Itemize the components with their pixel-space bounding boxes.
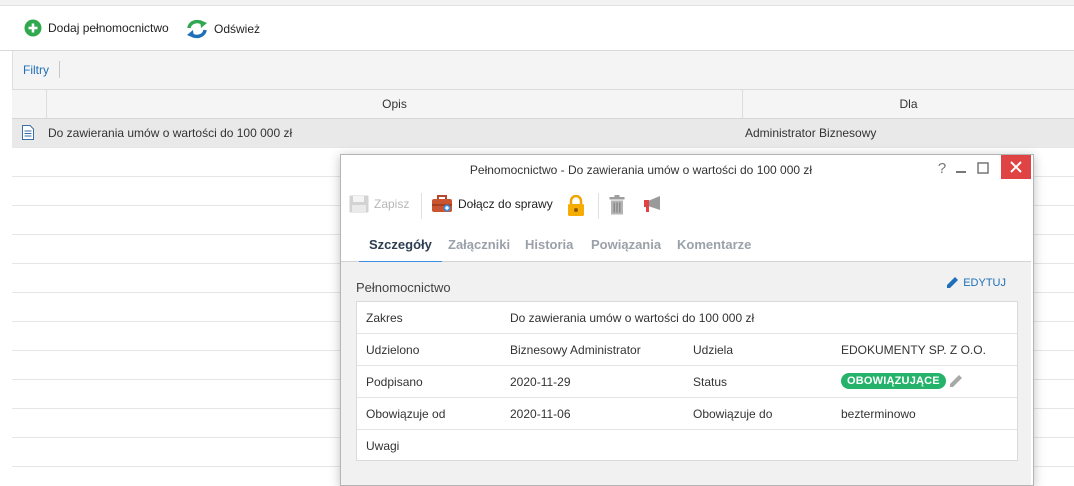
dialog-tabs: Szczegóły Załączniki Historia Powiązania… bbox=[341, 227, 1031, 263]
tab-szczegoly[interactable]: Szczegóły bbox=[359, 237, 442, 263]
udziela-label: Udziela bbox=[693, 343, 734, 357]
add-button-label: Dodaj pełnomocnictwo bbox=[48, 21, 169, 35]
power-of-attorney-dialog: Pełnomocnictwo - Do zawierania umów o wa… bbox=[340, 154, 1034, 486]
grid-header-icon-col bbox=[12, 90, 47, 118]
filter-bar: Filtry bbox=[12, 51, 1074, 89]
table-row[interactable]: Do zawierania umów o wartości do 100 000… bbox=[12, 119, 1074, 148]
save-button-label: Zapisz bbox=[374, 197, 410, 211]
announce-button[interactable] bbox=[642, 195, 664, 213]
tab-zalaczniki[interactable]: Załączniki bbox=[448, 237, 510, 252]
save-button[interactable]: Zapisz bbox=[349, 195, 409, 213]
pencil-icon bbox=[947, 277, 959, 288]
row-dla: Administrator Biznesowy bbox=[745, 126, 877, 140]
edit-button[interactable]: EDYTUJ bbox=[946, 276, 1006, 289]
delete-button[interactable] bbox=[609, 195, 625, 215]
tab-komentarze[interactable]: Komentarze bbox=[677, 237, 751, 252]
udzielono-label: Udzielono bbox=[366, 343, 420, 357]
help-button[interactable]: ? bbox=[935, 155, 949, 181]
podpisano-value: 2020-11-29 bbox=[510, 375, 571, 389]
column-header-opis[interactable]: Opis bbox=[47, 90, 743, 118]
details-row-udzielono: Udzielono Biznesowy Administrator Udziel… bbox=[357, 334, 1017, 366]
uwagi-label: Uwagi bbox=[366, 439, 400, 453]
megaphone-icon bbox=[644, 196, 660, 212]
details-row-uwagi: Uwagi bbox=[357, 430, 1017, 460]
maximize-icon[interactable] bbox=[975, 155, 991, 181]
tab-historia[interactable]: Historia bbox=[525, 237, 573, 252]
trash-icon bbox=[609, 195, 625, 215]
briefcase-icon bbox=[432, 195, 452, 212]
obowiazuje-do-label: Obowiązuje do bbox=[693, 407, 773, 421]
zakres-value: Do zawierania umów o wartości do 100 000… bbox=[510, 311, 755, 325]
status-badge: OBOWIĄZUJĄCE bbox=[841, 373, 946, 389]
save-icon bbox=[349, 195, 369, 213]
podpisano-label: Podpisano bbox=[366, 375, 423, 389]
attach-button-label: Dołącz do sprawy bbox=[458, 197, 553, 211]
document-icon bbox=[22, 125, 34, 143]
obowiazuje-od-value: 2020-11-06 bbox=[510, 407, 571, 421]
details-panel: Pełnomocnictwo EDYTUJ Zakres Do zawieran… bbox=[341, 262, 1031, 485]
tab-powiazania[interactable]: Powiązania bbox=[591, 237, 661, 252]
refresh-icon bbox=[187, 19, 207, 39]
dialog-toolbar: Zapisz Dołącz do sprawy bbox=[341, 185, 1033, 223]
plus-circle-icon bbox=[24, 19, 42, 37]
grid-header: Opis Dla bbox=[12, 89, 1074, 119]
obowiazuje-od-label: Obowiązuje od bbox=[366, 407, 446, 421]
udziela-value: EDOKUMENTY SP. Z O.O. bbox=[841, 343, 986, 357]
udzielono-value: Biznesowy Administrator bbox=[510, 343, 641, 357]
section-title: Pełnomocnictwo bbox=[356, 280, 451, 295]
filter-divider bbox=[59, 61, 60, 78]
edit-button-label: EDYTUJ bbox=[963, 276, 1006, 289]
details-row-obowiazuje: Obowiązuje od 2020-11-06 Obowiązuje do b… bbox=[357, 398, 1017, 430]
refresh-button-label: Odśwież bbox=[214, 22, 261, 36]
obowiazuje-do-value: bezterminowo bbox=[841, 407, 916, 421]
close-icon[interactable] bbox=[1001, 155, 1031, 179]
dialog-titlebar[interactable]: Pełnomocnictwo - Do zawierania umów o wa… bbox=[341, 155, 1033, 183]
zakres-label: Zakres bbox=[366, 311, 403, 325]
details-row-podpisano: Podpisano 2020-11-29 Status OBOWIĄZUJĄCE bbox=[357, 366, 1017, 398]
details-card: Zakres Do zawierania umów o wartości do … bbox=[356, 301, 1018, 461]
details-row-zakres: Zakres Do zawierania umów o wartości do … bbox=[357, 302, 1017, 334]
status-value-wrap: OBOWIĄZUJĄCE bbox=[841, 373, 963, 389]
lock-button[interactable] bbox=[567, 195, 585, 217]
minimize-icon[interactable] bbox=[953, 155, 969, 181]
refresh-button[interactable]: Odśwież bbox=[186, 19, 260, 39]
filters-toggle[interactable]: Filtry bbox=[23, 63, 49, 77]
pencil-icon[interactable] bbox=[949, 374, 963, 388]
toolbar-divider bbox=[421, 193, 422, 219]
row-opis: Do zawierania umów o wartości do 100 000… bbox=[48, 126, 293, 140]
attach-to-case-button[interactable]: Dołącz do sprawy bbox=[431, 195, 553, 213]
column-header-dla[interactable]: Dla bbox=[743, 90, 1074, 118]
toolbar-divider bbox=[598, 193, 599, 219]
add-power-of-attorney-button[interactable]: Dodaj pełnomocnictwo bbox=[24, 19, 169, 37]
lock-icon bbox=[568, 195, 584, 216]
main-toolbar: Dodaj pełnomocnictwo Odśwież bbox=[0, 6, 1074, 51]
status-label: Status bbox=[693, 375, 728, 389]
dialog-title: Pełnomocnictwo - Do zawierania umów o wa… bbox=[469, 163, 813, 177]
